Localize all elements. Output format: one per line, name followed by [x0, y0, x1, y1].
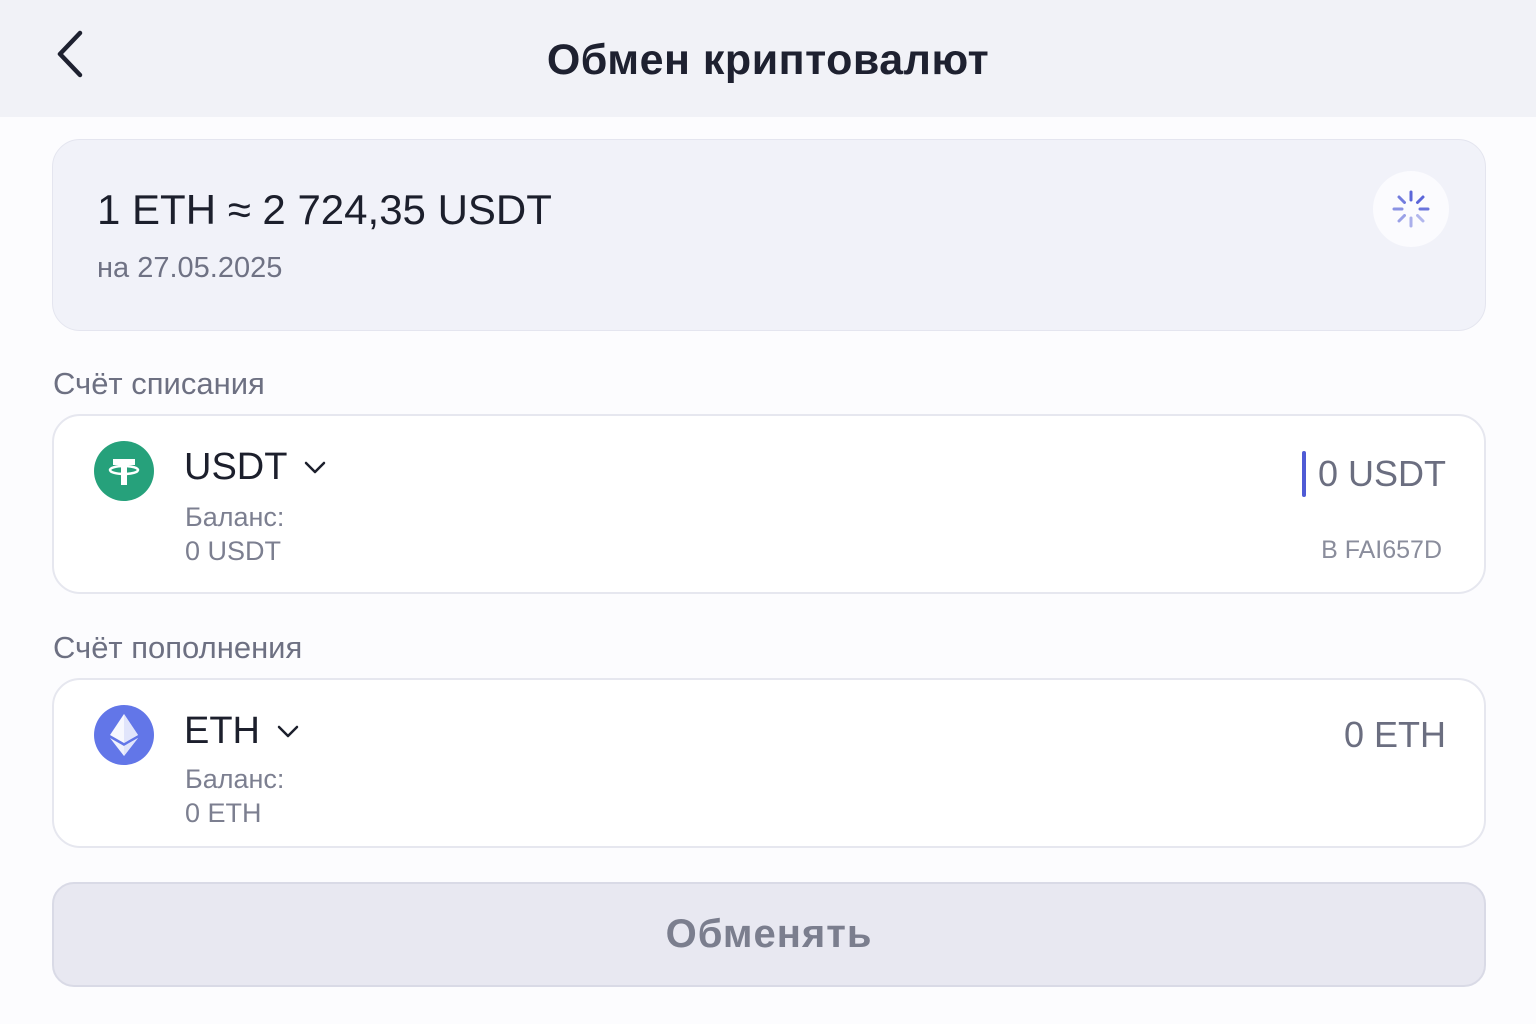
exchange-rate-date: на 27.05.2025	[97, 252, 283, 284]
page-title: Обмен криптовалют	[546, 36, 990, 84]
text-cursor	[1301, 451, 1306, 497]
debit-balance-label: Баланс:	[185, 502, 285, 532]
debit-account-label: Счёт списания	[53, 366, 265, 401]
exchange-button[interactable]: Обменять	[52, 882, 1486, 987]
refresh-rate-button[interactable]	[1373, 171, 1449, 247]
chevron-down-icon	[305, 461, 326, 473]
credit-account-label: Счёт пополнения	[53, 630, 303, 665]
ethereum-icon	[94, 705, 154, 765]
top-bar: Обмен криптовалют	[0, 0, 1536, 117]
debit-currency-select[interactable]: USDT	[184, 446, 327, 489]
debit-account-card: USDT Баланс: 0 USDT 0 USDT B FAI657D	[52, 414, 1486, 594]
exchange-rate-value: 1 ETH ≈ 2 724,35 USDT	[97, 186, 552, 233]
debit-amount-input[interactable]: 0 USDT	[1301, 451, 1446, 497]
loading-spinner-icon	[1392, 190, 1430, 228]
credit-balance-label: Баланс:	[185, 764, 285, 794]
credit-currency-select[interactable]: ETH	[184, 710, 300, 753]
debit-currency-name: USDT	[184, 446, 288, 488]
debit-balance-value: 0 USDT	[185, 536, 282, 566]
tether-icon	[94, 441, 154, 501]
debit-account-id: B FAI657D	[1321, 536, 1442, 564]
credit-amount-output: 0 ETH	[1344, 714, 1446, 756]
credit-balance-value: 0 ETH	[185, 798, 262, 828]
credit-account-card: ETH Баланс: 0 ETH 0 ETH	[52, 678, 1486, 848]
credit-currency-name: ETH	[184, 710, 260, 752]
exchange-rate-card: 1 ETH ≈ 2 724,35 USDT на 27.05.2025	[52, 139, 1486, 331]
debit-amount-value: 0 USDT	[1317, 453, 1446, 494]
credit-amount-value: 0 ETH	[1343, 714, 1446, 755]
chevron-down-icon	[277, 725, 299, 737]
